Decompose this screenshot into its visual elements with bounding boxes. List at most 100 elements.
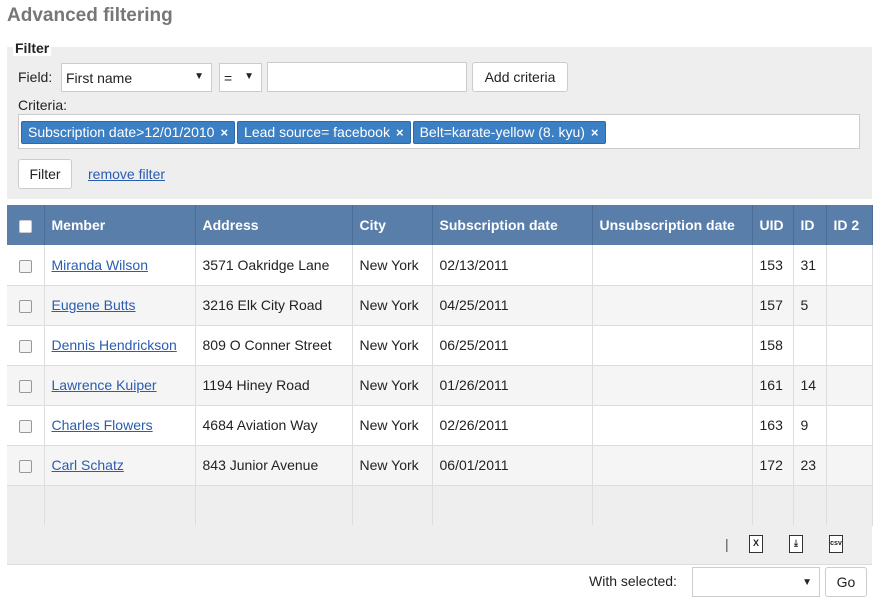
empty-cell <box>752 485 794 526</box>
criteria-chip: Lead source= facebook × <box>237 121 411 144</box>
chevron-down-icon: ▼ <box>194 71 204 82</box>
criteria-label: Criteria: <box>18 97 68 113</box>
subscription-cell: 02/13/2011 <box>432 245 593 286</box>
id-cell <box>793 325 827 366</box>
row-select-cell <box>7 405 45 446</box>
uid-cell: 161 <box>752 365 794 406</box>
city-cell: New York <box>352 365 433 406</box>
row-checkbox[interactable] <box>18 419 32 433</box>
table-row: Eugene Butts 3216 Elk City Road New York… <box>7 285 873 326</box>
unsubscription-cell <box>592 405 753 446</box>
row-checkbox[interactable] <box>18 379 32 393</box>
column-header[interactable]: Unsubscription date <box>592 205 753 245</box>
criteria-chip: Belt=karate-yellow (8. kyu) × <box>412 121 606 144</box>
row-checkbox[interactable] <box>18 459 32 473</box>
address-cell: 843 Junior Avenue <box>195 445 353 486</box>
criteria-chip-label: Belt=karate-yellow (8. kyu) <box>419 124 585 140</box>
criteria-box[interactable]: Subscription date>12/01/2010 × Lead source… <box>18 114 860 149</box>
empty-cell <box>7 485 45 526</box>
city-cell: New York <box>352 245 433 286</box>
city-cell: New York <box>352 405 433 446</box>
member-cell: Lawrence Kuiper <box>44 365 196 406</box>
field-label: Field: <box>18 69 53 85</box>
member-cell: Carl Schatz <box>44 445 196 486</box>
address-cell: 1194 Hiney Road <box>195 365 353 406</box>
member-link[interactable]: Miranda Wilson <box>52 257 148 273</box>
empty-cell <box>352 485 433 526</box>
id2-cell <box>826 365 873 406</box>
column-header[interactable]: Address <box>195 205 353 245</box>
uid-cell: 163 <box>752 405 794 446</box>
remove-criteria-icon[interactable]: × <box>396 125 404 140</box>
value-input[interactable] <box>267 62 467 92</box>
remove-criteria-icon[interactable]: × <box>220 125 228 140</box>
column-header[interactable]: UID <box>752 205 794 245</box>
column-header[interactable]: Member <box>44 205 196 245</box>
row-checkbox[interactable] <box>18 339 32 353</box>
address-cell: 3571 Oakridge Lane <box>195 245 353 286</box>
row-select-cell <box>7 245 45 286</box>
member-link[interactable]: Dennis Hendrickson <box>52 337 177 353</box>
field-select[interactable]: First name ▼ <box>61 63 212 92</box>
bulk-action-select[interactable]: ▼ <box>692 567 820 597</box>
subscription-cell: 02/26/2011 <box>432 405 593 446</box>
chevron-down-icon: ▼ <box>244 71 254 82</box>
row-select-cell <box>7 285 45 326</box>
unsubscription-cell <box>592 285 753 326</box>
filter-button[interactable]: Filter <box>18 159 72 189</box>
row-checkbox[interactable] <box>18 259 32 273</box>
member-cell: Charles Flowers <box>44 405 196 446</box>
empty-cell <box>44 485 196 526</box>
column-header[interactable]: ID <box>793 205 827 245</box>
column-header[interactable]: Subscription date <box>432 205 593 245</box>
id-cell: 14 <box>793 365 827 406</box>
member-link[interactable]: Carl Schatz <box>52 457 124 473</box>
member-cell: Dennis Hendrickson <box>44 325 196 366</box>
operator-select[interactable]: = ▼ <box>219 63 262 92</box>
column-header[interactable]: ID 2 <box>826 205 873 245</box>
row-select-cell <box>7 325 45 366</box>
empty-cell <box>592 485 753 526</box>
member-link[interactable]: Eugene Butts <box>52 297 136 313</box>
csv-export-icon[interactable]: csv <box>829 535 843 553</box>
empty-cell <box>195 485 353 526</box>
id-cell: 5 <box>793 285 827 326</box>
city-cell: New York <box>352 285 433 326</box>
excel-export-icon[interactable]: X <box>749 535 763 553</box>
member-link[interactable]: Charles Flowers <box>52 417 153 433</box>
filter-legend: Filter <box>13 40 52 56</box>
uid-cell: 158 <box>752 325 794 366</box>
id2-cell <box>826 245 873 286</box>
uid-cell: 153 <box>752 245 794 286</box>
member-link[interactable]: Lawrence Kuiper <box>52 377 157 393</box>
with-selected-label: With selected: <box>589 573 677 589</box>
table-row: Charles Flowers 4684 Aviation Way New Yo… <box>7 405 873 446</box>
row-checkbox[interactable] <box>18 299 32 313</box>
table-footer: | X ⤓ csv <box>7 525 872 565</box>
table-row: Lawrence Kuiper 1194 Hiney Road New York… <box>7 365 873 406</box>
id-cell: 23 <box>793 445 827 486</box>
remove-filter-link[interactable]: remove filter <box>88 166 165 182</box>
city-cell: New York <box>352 325 433 366</box>
remove-criteria-icon[interactable]: × <box>591 125 599 140</box>
table-header-row: Member Address City Subscription date Un… <box>7 205 873 245</box>
table-row: Miranda Wilson 3571 Oakridge Lane New Yo… <box>7 245 873 286</box>
add-criteria-button[interactable]: Add criteria <box>472 62 568 92</box>
unsubscription-cell <box>592 445 753 486</box>
address-cell: 809 O Conner Street <box>195 325 353 366</box>
row-select-cell <box>7 365 45 406</box>
export-separator: | <box>725 536 729 552</box>
empty-cell <box>826 485 873 526</box>
empty-cell <box>432 485 593 526</box>
id-cell: 31 <box>793 245 827 286</box>
id2-cell <box>826 405 873 446</box>
subscription-cell: 06/25/2011 <box>432 325 593 366</box>
select-all-checkbox[interactable] <box>18 219 32 233</box>
page-title: Advanced filtering <box>7 5 173 26</box>
subscription-cell: 01/26/2011 <box>432 365 593 406</box>
members-table: Member Address City Subscription date Un… <box>7 205 873 526</box>
column-header[interactable]: City <box>352 205 433 245</box>
id2-cell <box>826 285 873 326</box>
pdf-export-icon[interactable]: ⤓ <box>789 535 803 553</box>
go-button[interactable]: Go <box>825 567 867 597</box>
